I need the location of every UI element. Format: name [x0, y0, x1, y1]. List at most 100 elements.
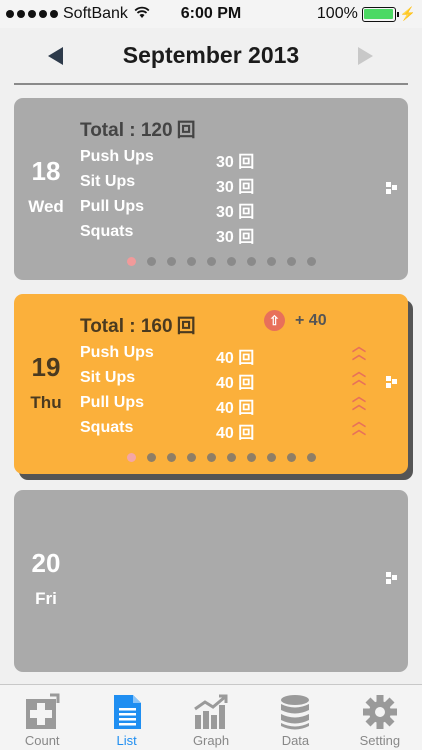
tab-count[interactable]: Count: [0, 685, 84, 750]
tab-label: Setting: [359, 733, 401, 748]
exercise-row: Squats 40 回 ︿ ︿: [80, 413, 390, 444]
page-dot: [266, 257, 276, 266]
total-value: 160: [140, 316, 173, 337]
day-number: 20: [31, 548, 61, 578]
graph-chart-icon: [193, 693, 229, 731]
exercise-unit: 回: [238, 154, 255, 171]
expand-icon[interactable]: [386, 572, 398, 584]
double-chevron-up-icon: ︿ ︿: [352, 363, 366, 387]
page-dot: [166, 257, 176, 266]
exercise-unit: 回: [238, 229, 255, 246]
double-chevron-up-icon: ︿ ︿: [352, 338, 366, 362]
exercise-count-value: 30: [216, 154, 234, 171]
day-card-19[interactable]: 19 Thu Total : 160 回 ⇧ + 40 Push Ups 40 回…: [14, 294, 408, 474]
exercise-count: 30 回: [216, 148, 254, 172]
arrow-up-circle-icon: ⇧: [264, 310, 285, 331]
day-card-18[interactable]: 18 Wed Total : 120 回 Push Ups 30 回 Sit Up…: [14, 98, 408, 280]
total-value: 120: [140, 120, 173, 141]
page-dot: [146, 453, 156, 462]
exercise-name: Push Ups: [80, 148, 154, 165]
tab-graph[interactable]: Graph: [169, 685, 253, 750]
tab-label: Graph: [192, 733, 230, 748]
battery-icon: [361, 6, 399, 22]
header-divider: [14, 83, 408, 85]
date-column: 20 Fri: [14, 548, 78, 609]
total-count: Total : 160 回: [80, 311, 196, 338]
date-column: 19 Thu: [14, 352, 78, 413]
exercise-count-value: 30: [216, 204, 234, 221]
total-delta: ⇧ + 40: [264, 310, 327, 331]
setting-gear-icon: [362, 693, 398, 731]
list-document-icon: [109, 693, 145, 731]
total-unit: 回: [176, 120, 196, 141]
page-dot: [146, 257, 156, 266]
day-number: 19: [31, 352, 61, 382]
exercise-name: Pull Ups: [80, 198, 145, 215]
exercise-name: Pull Ups: [80, 394, 145, 411]
total-unit: 回: [176, 316, 196, 337]
exercise-row: Squats 30 回: [80, 223, 390, 248]
exercise-count: 40 回: [216, 344, 254, 368]
exercise-row: Sit Ups 30 回: [80, 173, 390, 198]
page-dot: [126, 257, 136, 266]
double-chevron-up-icon: ︿ ︿: [352, 388, 366, 412]
exercise-count-value: 40: [216, 425, 234, 442]
page-dot: [186, 453, 196, 462]
tab-data[interactable]: Data: [253, 685, 337, 750]
status-bar: SoftBank 6:00 PM 100% ⚡: [0, 0, 422, 28]
exercise-count-value: 40: [216, 350, 234, 367]
exercise-name: Sit Ups: [80, 173, 136, 190]
expand-icon[interactable]: [386, 182, 398, 194]
count-plus-icon: [24, 693, 60, 731]
total-label: Total :: [80, 316, 141, 337]
exercise-unit: 回: [238, 400, 255, 417]
tab-label: List: [116, 733, 137, 748]
month-header: September 2013: [0, 28, 422, 84]
next-month-arrow-icon[interactable]: [358, 47, 373, 65]
exercise-count: 30 回: [216, 198, 254, 222]
exercise-count-value: 40: [216, 375, 234, 392]
tab-bar: Count List Graph Data Setting: [0, 684, 422, 750]
tab-label: Count: [24, 733, 60, 748]
exercise-count-value: 30: [216, 179, 234, 196]
exercise-name: Push Ups: [80, 344, 154, 361]
page-dot: [286, 453, 296, 462]
page-dot: [206, 453, 216, 462]
exercise-row: Pull Ups 30 回: [80, 198, 390, 223]
exercise-count: 40 回: [216, 369, 254, 393]
exercise-unit: 回: [238, 204, 255, 221]
page-dot: [226, 257, 236, 266]
page-dot: [226, 453, 236, 462]
exercise-unit: 回: [238, 425, 255, 442]
battery-percent: 100%: [316, 5, 358, 22]
page-indicator[interactable]: [14, 453, 408, 462]
page-indicator[interactable]: [14, 257, 408, 266]
exercise-row: Push Ups 40 回 ︿ ︿: [80, 338, 390, 369]
exercise-row: Push Ups 30 回: [80, 148, 390, 173]
total-count: Total : 120 回: [80, 115, 196, 142]
exercise-count: 40 回: [216, 419, 254, 443]
exercise-count-value: 40: [216, 400, 234, 417]
exercise-name: Squats: [80, 419, 134, 436]
exercise-row: Pull Ups 40 回 ︿ ︿: [80, 388, 390, 419]
tab-setting[interactable]: Setting: [338, 685, 422, 750]
weekday-label: Wed: [28, 197, 64, 216]
tab-label: Data: [281, 733, 310, 748]
page-dot: [266, 453, 276, 462]
exercise-unit: 回: [238, 375, 255, 392]
double-chevron-up-icon: ︿ ︿: [352, 413, 366, 437]
data-database-icon: [277, 693, 313, 731]
exercise-unit: 回: [238, 179, 255, 196]
page-dot: [246, 453, 256, 462]
expand-icon[interactable]: [386, 376, 398, 388]
page-dot: [306, 453, 316, 462]
page-dot: [206, 257, 216, 266]
exercise-name: Squats: [80, 223, 134, 240]
date-column: 18 Wed: [14, 156, 78, 217]
weekday-label: Fri: [35, 589, 57, 608]
status-right: 100% ⚡: [317, 5, 416, 23]
day-card-20[interactable]: 20 Fri: [14, 490, 408, 672]
tab-list[interactable]: List: [84, 685, 168, 750]
page-dot: [126, 453, 136, 462]
day-number: 18: [31, 156, 61, 186]
